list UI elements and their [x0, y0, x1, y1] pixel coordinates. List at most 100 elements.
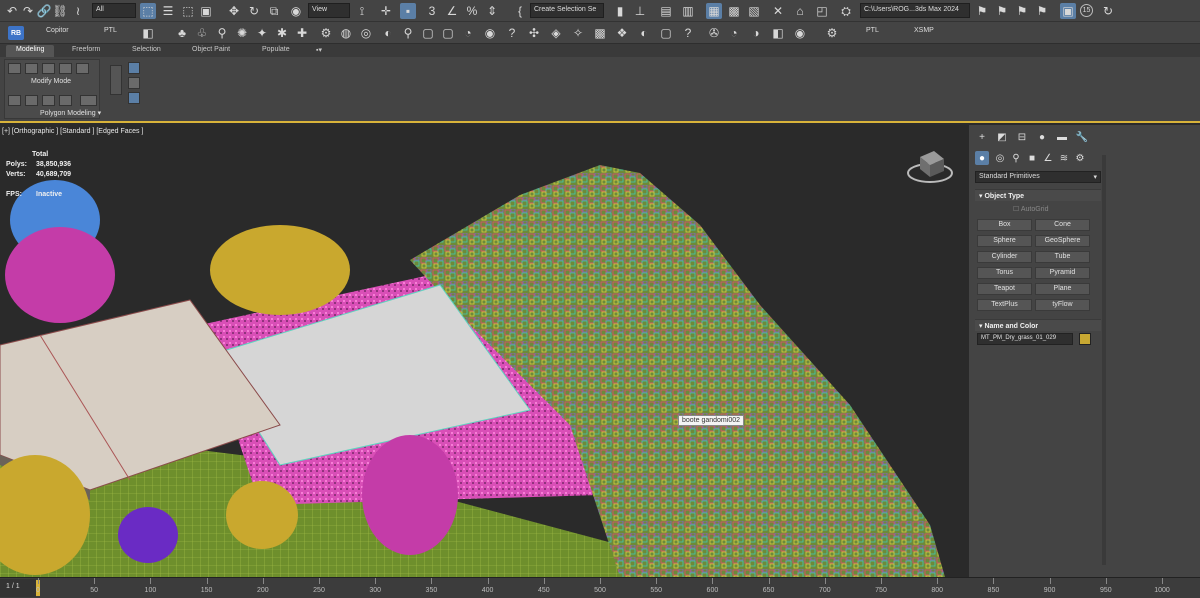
tool-1-icon[interactable]: ♣	[174, 25, 190, 41]
tool-11-icon[interactable]: ▢	[440, 25, 456, 41]
ptl-2-button[interactable]: PTL	[866, 27, 879, 34]
torus-button[interactable]: Torus	[977, 267, 1032, 279]
flag-3-icon[interactable]: ⚑	[1034, 3, 1050, 19]
window-crossing-icon[interactable]: ▣	[198, 3, 214, 19]
tool-18-icon[interactable]: ◐	[636, 25, 652, 41]
command-panel-scrollbar[interactable]	[1102, 155, 1106, 565]
keyboard-shortcut-icon[interactable]: ▪	[400, 3, 416, 19]
tool-13-icon[interactable]: ✣	[526, 25, 542, 41]
textplus-button[interactable]: TextPlus	[977, 299, 1032, 311]
display-tab-icon[interactable]: ▬	[1055, 130, 1069, 144]
cameras-icon[interactable]: ■	[1025, 151, 1039, 165]
ribbon-tool-5-icon[interactable]	[76, 63, 89, 74]
sun-icon[interactable]: ✺	[234, 25, 250, 41]
project-folder-icon[interactable]: ⚑	[974, 3, 990, 19]
tool-21-icon[interactable]: ◔	[726, 25, 742, 41]
project-path-field[interactable]: C:\Users\ROG...3ds Max 2024	[860, 3, 970, 18]
shapes-icon[interactable]: ◎	[993, 151, 1007, 165]
tool-14-icon[interactable]: ◈	[548, 25, 564, 41]
tool-19-icon[interactable]: ▢	[658, 25, 674, 41]
helpers-icon[interactable]: ∠	[1041, 151, 1055, 165]
ribbon-tool-9-icon[interactable]	[59, 95, 72, 106]
select-by-name-icon[interactable]: ☰	[160, 3, 176, 19]
create-tab-icon[interactable]: +	[975, 130, 989, 144]
badge-icon[interactable]: 15	[1080, 4, 1093, 17]
rb-button[interactable]: RB	[8, 26, 24, 40]
selection-filter-dropdown[interactable]: All	[92, 3, 136, 18]
viewport-settings-icon[interactable]: ▣	[1060, 3, 1076, 19]
tab-selection[interactable]: Selection	[122, 45, 171, 57]
copitor-button[interactable]: Copitor	[46, 27, 69, 34]
rendered-frame-icon[interactable]: ◰	[814, 3, 830, 19]
material-editor-icon[interactable]: ✕	[770, 3, 786, 19]
paint-icon[interactable]: ◧	[140, 25, 156, 41]
plane-button[interactable]: Plane	[1035, 283, 1090, 295]
tool-16-icon[interactable]: ▩	[592, 25, 608, 41]
ribbon-tool-4-icon[interactable]	[59, 63, 72, 74]
tab-modeling[interactable]: Modeling	[6, 45, 55, 57]
toggle-ribbon-icon[interactable]: ▦	[706, 3, 722, 19]
angle-snap-icon[interactable]: ∠	[444, 3, 460, 19]
utilities-tab-icon[interactable]: 🔧	[1075, 130, 1089, 144]
perspective-viewport[interactable]: [+] [Orthographic ] [Standard ] [Edged F…	[0, 125, 968, 577]
ribbon-side-icon-1[interactable]	[128, 62, 140, 74]
systems-icon[interactable]: ⚙	[1073, 151, 1087, 165]
ribbon-tool-1-icon[interactable]	[8, 63, 21, 74]
object-color-swatch[interactable]	[1079, 333, 1091, 345]
viewport-label[interactable]: [+] [Orthographic ] [Standard ] [Edged F…	[2, 128, 143, 135]
select-object-icon[interactable]: ⬚	[140, 3, 156, 19]
pivot-icon[interactable]: ⟟	[354, 3, 370, 19]
cone-button[interactable]: Cone	[1035, 219, 1090, 231]
undo-icon[interactable]: ↶	[4, 3, 20, 19]
polygon-modeling-dropdown[interactable]: Polygon Modeling ▾	[40, 109, 101, 117]
tab-freeform[interactable]: Freeform	[62, 45, 110, 57]
tool-12-icon[interactable]: ◔	[460, 25, 476, 41]
eye-icon[interactable]: ◉	[482, 25, 498, 41]
modify-tab-icon[interactable]: ◩	[995, 130, 1009, 144]
ribbon-tool-2-icon[interactable]	[25, 63, 38, 74]
cylinder-button[interactable]: Cylinder	[977, 251, 1032, 263]
link-icon[interactable]: 🔗	[36, 3, 52, 19]
box-button[interactable]: Box	[977, 219, 1032, 231]
tool-22-icon[interactable]: ◑	[748, 25, 764, 41]
refresh-icon[interactable]: ↻	[1100, 3, 1116, 19]
move-icon[interactable]: ✥	[226, 3, 242, 19]
selection-set-dropdown[interactable]: Create Selection Se	[530, 3, 604, 18]
tool-3-icon[interactable]: ✦	[254, 25, 270, 41]
tool-7-icon[interactable]: ◍	[338, 25, 354, 41]
spinner-snap-icon[interactable]: ⇕	[484, 3, 500, 19]
select-manipulate-icon[interactable]: ✛	[378, 3, 394, 19]
space-warps-icon[interactable]: ≋	[1057, 151, 1071, 165]
ribbon-side-icon-2[interactable]	[128, 77, 140, 89]
named-selection-icon[interactable]: {	[512, 3, 528, 19]
object-name-input[interactable]: MT_PM_Dry_grass_01_029	[977, 333, 1073, 345]
scale-icon[interactable]: ⧉	[266, 3, 282, 19]
tab-populate[interactable]: Populate	[252, 45, 300, 57]
tool-15-icon[interactable]: ✧	[570, 25, 586, 41]
lights-icon[interactable]: ⚲	[1009, 151, 1023, 165]
motion-tab-icon[interactable]: ●	[1035, 130, 1049, 144]
teapot-button[interactable]: Teapot	[977, 283, 1032, 295]
gear-icon[interactable]: ⚙	[824, 25, 840, 41]
frame-counter[interactable]: 1 / 1	[0, 579, 36, 597]
ribbon-tool-7-icon[interactable]	[25, 95, 38, 106]
geosphere-button[interactable]: GeoSphere	[1035, 235, 1090, 247]
ribbon-tool-10-icon[interactable]	[80, 95, 97, 106]
tube-button[interactable]: Tube	[1035, 251, 1090, 263]
geometry-icon[interactable]: ●	[975, 151, 989, 165]
ribbon-side-icon-3[interactable]	[128, 92, 140, 104]
layer-explorer-icon[interactable]: ▥	[680, 3, 696, 19]
tool-2-icon[interactable]: ♧	[194, 25, 210, 41]
tool-20-icon[interactable]: ✇	[706, 25, 722, 41]
mirror-icon[interactable]: ▮	[612, 3, 628, 19]
rectangular-selection-icon[interactable]: ⬚	[180, 3, 196, 19]
unlink-icon[interactable]: ⛓	[52, 3, 68, 19]
tool-23-icon[interactable]: ◧	[770, 25, 786, 41]
tool-24-icon[interactable]: ◉	[792, 25, 808, 41]
rotate-icon[interactable]: ↻	[246, 3, 262, 19]
time-slider[interactable]: 1 / 1 0 50 100 150 200 250 300 350 400 450 500 550 6…	[0, 577, 1200, 598]
tool-4-icon[interactable]: ✱	[274, 25, 290, 41]
tool-6-icon[interactable]: ⚙	[318, 25, 334, 41]
flag-icon[interactable]: ⚑	[994, 3, 1010, 19]
hierarchy-tab-icon[interactable]: ⊟	[1015, 130, 1029, 144]
